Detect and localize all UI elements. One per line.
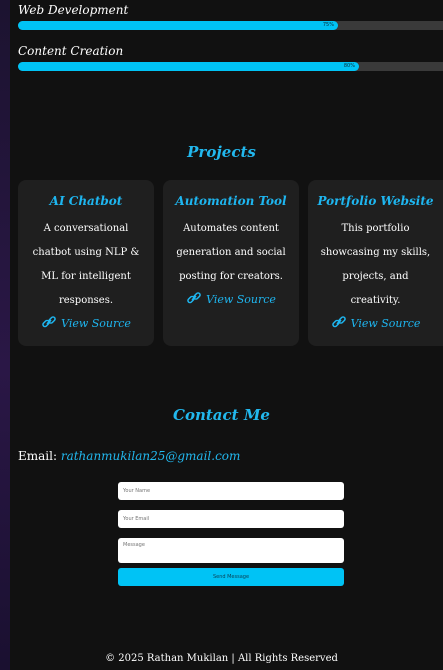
email-label: Email: — [18, 449, 58, 463]
projects-heading: Projects — [187, 143, 256, 161]
skill-progress-fill: 80% — [18, 62, 359, 71]
skill-web-development: Web Development 75% — [18, 2, 443, 30]
skill-percent: 75% — [322, 22, 334, 28]
description-line: ML for intelligent — [41, 271, 131, 282]
page: Web Development 75% Content Creation 80%… — [10, 0, 443, 670]
view-source-link[interactable]: View Source — [18, 315, 154, 330]
description-line: creativity. — [350, 295, 401, 306]
project-card-automation-tool: Automation Tool Automates content genera… — [163, 180, 299, 346]
skill-percent: 80% — [343, 63, 355, 69]
description-line: responses. — [58, 295, 114, 306]
email-row: Email: rathanmukilan25@gmail.com — [18, 449, 240, 463]
description-line: posting for creators. — [179, 271, 283, 282]
description-line: A conversational — [43, 223, 129, 234]
description-line: generation and social — [176, 247, 286, 258]
link-icon — [331, 316, 346, 328]
contact-heading: Contact Me — [173, 406, 270, 424]
skill-content-creation: Content Creation 80% — [18, 43, 443, 71]
email-link[interactable]: rathanmukilan25@gmail.com — [61, 449, 241, 463]
project-title: AI Chatbot — [49, 194, 123, 208]
view-source-label: View Source — [206, 293, 276, 306]
description-line: Automates content — [183, 223, 279, 234]
project-description: This portfolio showcasing my skills, pro… — [314, 217, 437, 313]
view-source-label: View Source — [350, 317, 421, 330]
view-source-label: View Source — [61, 317, 131, 330]
project-title: Portfolio Website — [317, 194, 434, 208]
project-title: Automation Tool — [175, 194, 287, 208]
message-textarea[interactable] — [118, 538, 344, 563]
view-source-link[interactable]: View Source — [163, 291, 299, 306]
project-description: Automates content generation and social … — [169, 217, 293, 289]
project-card-portfolio-website: Portfolio Website This portfolio showcas… — [308, 180, 443, 346]
description-line: showcasing my skills, — [320, 247, 431, 258]
link-icon — [42, 316, 56, 328]
description-line: chatbot using NLP & — [32, 247, 140, 258]
name-input[interactable] — [118, 482, 344, 500]
send-message-button[interactable]: Send Message — [118, 568, 344, 586]
project-card-ai-chatbot: AI Chatbot A conversational chatbot usin… — [18, 180, 154, 346]
skill-progress-fill: 75% — [18, 21, 338, 30]
description-line: This portfolio — [341, 223, 410, 234]
view-source-link[interactable]: View Source — [308, 315, 443, 330]
skill-label: Web Development — [18, 3, 129, 17]
skill-label: Content Creation — [18, 44, 124, 58]
skill-progress-track: 75% — [18, 21, 443, 30]
description-line: projects, and — [342, 271, 409, 282]
link-icon — [187, 292, 201, 304]
email-input[interactable] — [118, 510, 344, 528]
project-description: A conversational chatbot using NLP & ML … — [24, 217, 148, 313]
footer-copyright: © 2025 Rathan Mukilan | All Rights Reser… — [105, 653, 338, 664]
skill-progress-track: 80% — [18, 62, 443, 71]
